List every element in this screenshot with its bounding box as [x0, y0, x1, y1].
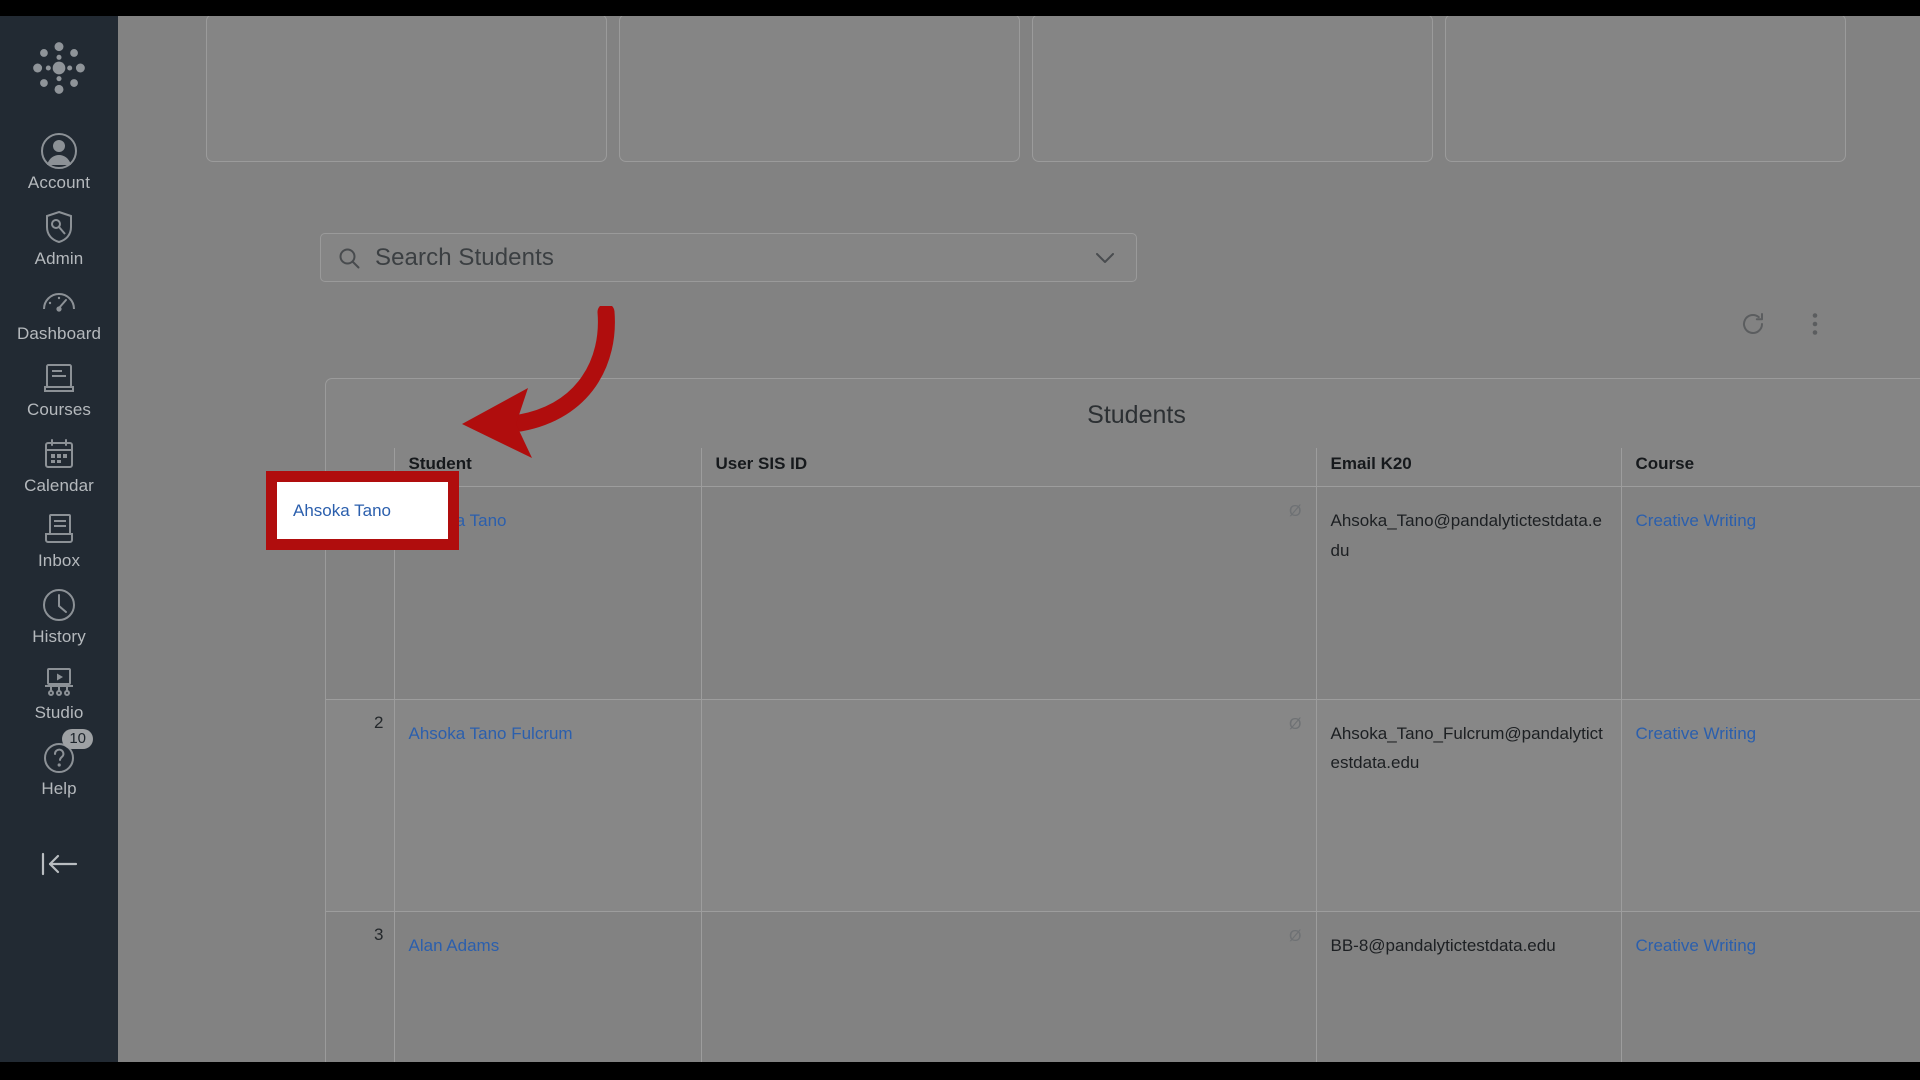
- cell-user-sis-id: Ø: [700, 911, 1316, 1062]
- summary-card[interactable]: [206, 16, 607, 162]
- canvas-logo[interactable]: [25, 34, 93, 102]
- sidebar-label-inbox: Inbox: [37, 551, 81, 571]
- students-table: Student User SIS ID Email K20 Course Sco…: [326, 448, 1920, 1062]
- sidebar-item-account[interactable]: Account: [0, 124, 118, 200]
- search-students-field[interactable]: Search Students: [320, 233, 1137, 282]
- calendar-icon: [39, 434, 79, 474]
- annotation-highlight-label: Ahsoka Tano: [293, 500, 391, 520]
- sidebar-item-dashboard[interactable]: Dashboard: [0, 275, 118, 351]
- summary-card[interactable]: [1445, 16, 1846, 162]
- table-head: Student User SIS ID Email K20 Course Sco…: [326, 448, 1920, 487]
- column-header-email-k20[interactable]: Email K20: [1315, 448, 1621, 487]
- table-row[interactable]: 1 Ahsoka Tano Ø Ahsoka_Tano@pandalyticte…: [326, 486, 1920, 700]
- studio-screen-icon: [39, 661, 79, 701]
- page-body: Account Admin Dashboard Courses Calendar…: [0, 16, 1920, 1062]
- column-header-course[interactable]: Course: [1620, 448, 1920, 487]
- summary-card[interactable]: [619, 16, 1020, 162]
- course-link[interactable]: Creative Writing: [1636, 511, 1757, 530]
- sidebar-label-account: Account: [27, 173, 91, 192]
- sidebar-label-studio: Studio: [34, 702, 84, 722]
- course-link[interactable]: Creative Writing: [1636, 724, 1757, 743]
- table-toolbar: [1740, 311, 1828, 337]
- sidebar-item-courses[interactable]: Courses: [0, 351, 118, 427]
- row-index: 3: [326, 911, 394, 1062]
- user-circle-icon: [39, 131, 79, 171]
- cell-student: Ahsoka Tano Fulcrum: [393, 699, 701, 912]
- screenshot-root: Account Admin Dashboard Courses Calendar…: [0, 0, 1920, 1080]
- table-row[interactable]: 2 Ahsoka Tano Fulcrum Ø Ahsoka_Tano_Fulc…: [326, 699, 1920, 912]
- cell-email: BB-8@pandalytictestdata.edu: [1315, 911, 1621, 1062]
- table-body: 1 Ahsoka Tano Ø Ahsoka_Tano@pandalyticte…: [326, 486, 1920, 1062]
- cell-user-sis-id: Ø: [700, 486, 1316, 700]
- search-placeholder-text: Search Students: [375, 243, 554, 271]
- help-unread-badge: 10: [62, 728, 93, 749]
- sidebar-item-admin[interactable]: Admin: [0, 200, 118, 276]
- search-icon: [337, 246, 361, 270]
- sidebar-item-help[interactable]: 10 Help: [0, 728, 118, 806]
- sidebar-label-admin: Admin: [34, 248, 84, 268]
- sidebar-item-history[interactable]: History: [0, 578, 118, 654]
- student-link[interactable]: Ahsoka Tano Fulcrum: [409, 724, 573, 743]
- sidebar-label-history: History: [32, 627, 86, 647]
- students-table-container: Students Student User SIS ID Email K20 C…: [325, 378, 1920, 1062]
- clock-icon: [39, 585, 79, 625]
- table-title: Students: [1087, 401, 1186, 429]
- cell-course: Creative Writing: [1620, 486, 1920, 700]
- letterbox-top: [0, 0, 1920, 16]
- sidebar-label-courses: Courses: [26, 400, 91, 420]
- sidebar-item-studio[interactable]: Studio: [0, 654, 118, 730]
- kebab-menu-icon[interactable]: [1802, 311, 1828, 337]
- collapse-left-arrow-icon[interactable]: [0, 849, 118, 879]
- global-navigation-sidebar: Account Admin Dashboard Courses Calendar…: [0, 16, 118, 1062]
- summary-card[interactable]: [1032, 16, 1433, 162]
- cell-email: Ahsoka_Tano_Fulcrum@pandalytictestdata.e…: [1315, 699, 1621, 912]
- cell-course: Creative Writing: [1620, 699, 1920, 912]
- chevron-down-icon[interactable]: [1090, 243, 1120, 273]
- cell-student: Alan Adams: [393, 911, 701, 1062]
- table-header-row: Student User SIS ID Email K20 Course Sco…: [326, 448, 1920, 487]
- sidebar-label-help: Help: [41, 778, 77, 798]
- sidebar-item-calendar[interactable]: Calendar: [0, 427, 118, 503]
- inbox-tray-icon: [39, 509, 79, 549]
- gauge-icon: [39, 282, 79, 322]
- column-header-user-sis-id[interactable]: User SIS ID: [700, 448, 1316, 487]
- course-link[interactable]: Creative Writing: [1636, 936, 1757, 955]
- book-icon: [39, 358, 79, 398]
- cell-course: Creative Writing: [1620, 911, 1920, 1062]
- summary-cards-row: [206, 16, 1846, 162]
- cell-user-sis-id: Ø: [700, 699, 1316, 912]
- refresh-icon[interactable]: [1740, 311, 1766, 337]
- row-index: 2: [326, 699, 394, 912]
- table-row[interactable]: 3 Alan Adams Ø BB-8@pandalytictestdata.e…: [326, 911, 1920, 1062]
- letterbox-bottom: [0, 1062, 1920, 1080]
- shield-wrench-icon: [39, 207, 79, 247]
- sidebar-label-dashboard: Dashboard: [16, 324, 102, 344]
- cell-email: Ahsoka_Tano@pandalytictestdata.edu: [1315, 486, 1621, 700]
- sidebar-item-inbox[interactable]: Inbox: [0, 502, 118, 578]
- sidebar-label-calendar: Calendar: [24, 475, 94, 495]
- annotation-highlight-box: Ahsoka Tano: [266, 471, 459, 550]
- student-link[interactable]: Alan Adams: [409, 936, 500, 955]
- help-icon-wrapper: 10: [39, 728, 93, 777]
